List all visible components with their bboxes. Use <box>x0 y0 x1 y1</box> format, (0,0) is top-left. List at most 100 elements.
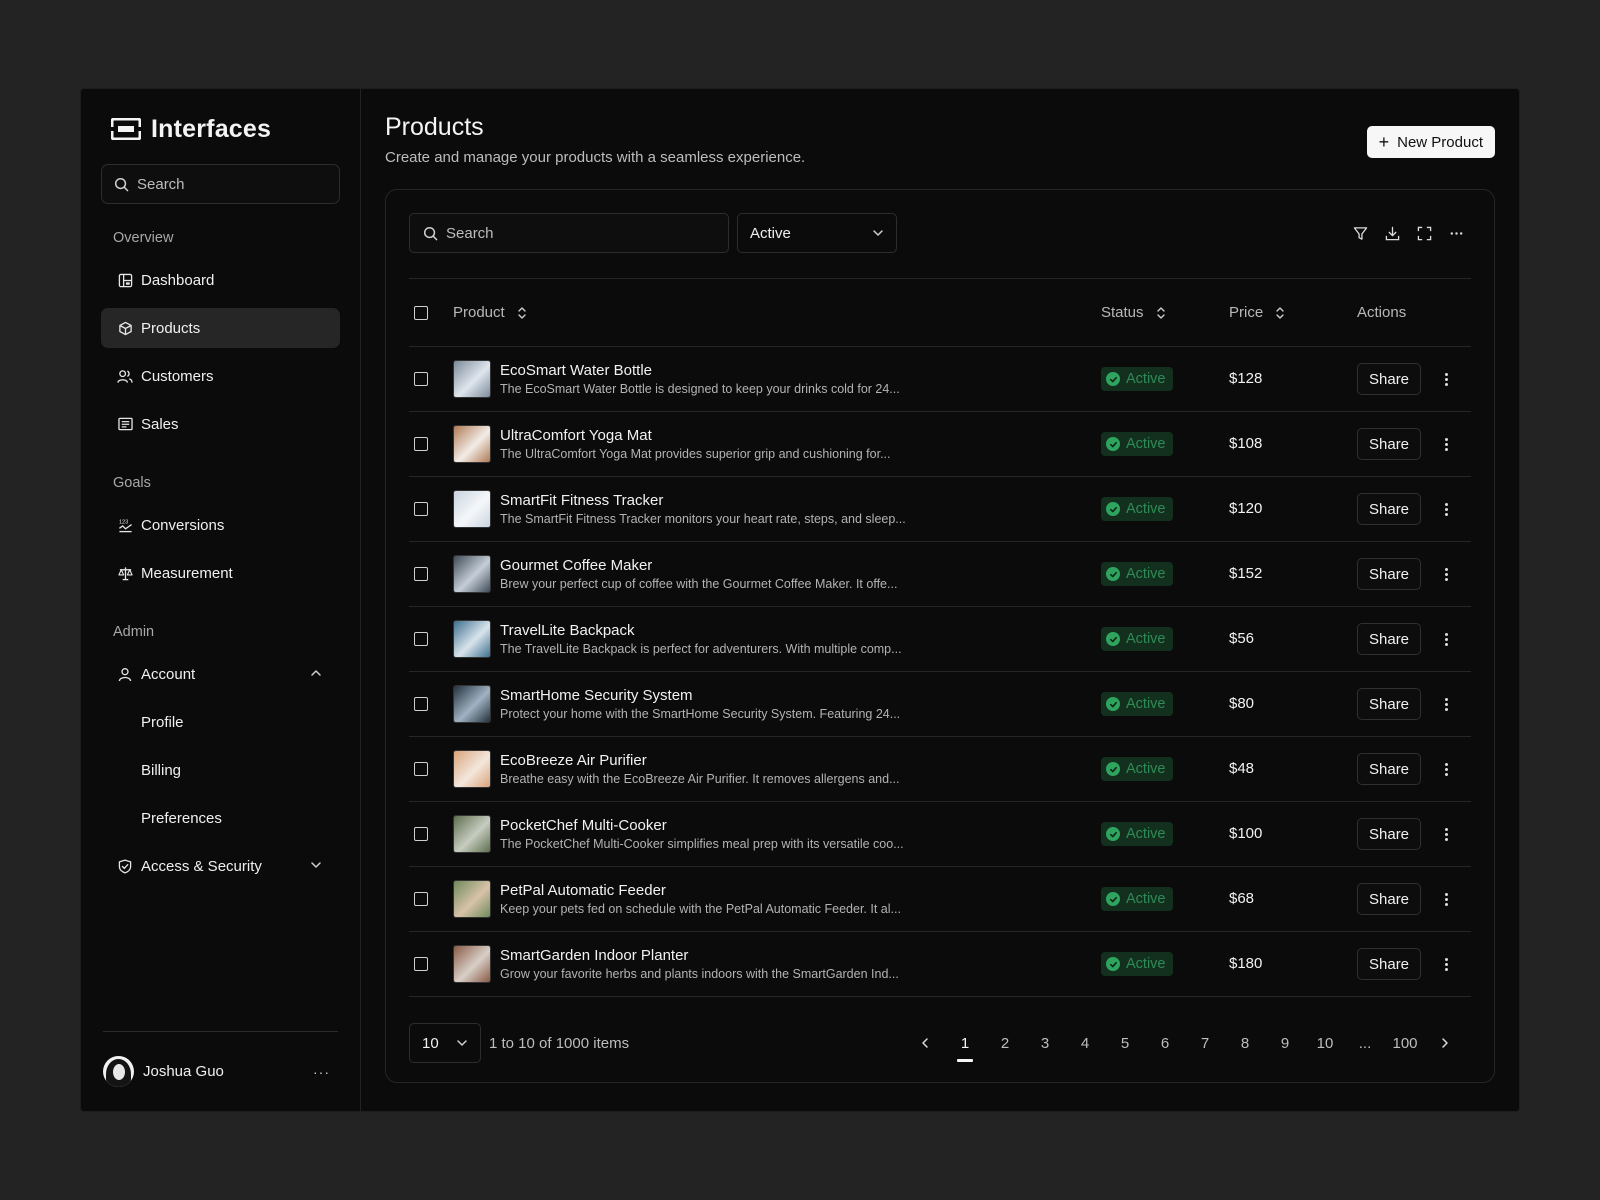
page-button[interactable]: 7 <box>1185 1023 1225 1063</box>
cube-icon <box>117 320 133 336</box>
row-more-icon[interactable] <box>1442 759 1451 780</box>
product-name: PetPal Automatic Feeder <box>500 882 666 899</box>
row-checkbox[interactable] <box>414 502 428 516</box>
page-button[interactable]: 4 <box>1065 1023 1105 1063</box>
sidebar-item-access-security[interactable]: Access & Security <box>101 846 340 886</box>
row-more-icon[interactable] <box>1442 694 1451 715</box>
page-button[interactable]: 1 <box>945 1023 985 1063</box>
row-more-icon[interactable] <box>1442 499 1451 520</box>
share-button[interactable]: Share <box>1357 688 1422 720</box>
page-ellipsis[interactable]: ... <box>1345 1023 1385 1063</box>
row-checkbox[interactable] <box>414 762 428 776</box>
sidebar-item-customers[interactable]: Customers <box>101 356 340 396</box>
next-page-icon[interactable] <box>1425 1023 1465 1063</box>
share-button[interactable]: Share <box>1357 883 1422 915</box>
table-row[interactable]: SmartFit Fitness Tracker The SmartFit Fi… <box>409 477 1471 542</box>
share-button[interactable]: Share <box>1357 623 1422 655</box>
prev-page-icon[interactable] <box>905 1023 945 1063</box>
per-page-select[interactable]: 10 <box>409 1023 481 1063</box>
page-button[interactable]: 8 <box>1225 1023 1265 1063</box>
sidebar-item-label: Customers <box>141 367 214 385</box>
table-row[interactable]: EcoBreeze Air Purifier Breathe easy with… <box>409 737 1471 802</box>
row-more-icon[interactable] <box>1442 564 1451 585</box>
sidebar-search[interactable] <box>101 164 340 204</box>
download-icon[interactable] <box>1383 224 1401 242</box>
row-checkbox[interactable] <box>414 827 428 841</box>
header-product[interactable]: Product <box>453 304 1101 321</box>
page-button[interactable]: 5 <box>1105 1023 1145 1063</box>
share-button[interactable]: Share <box>1357 363 1422 395</box>
row-more-icon[interactable] <box>1442 954 1451 975</box>
pagination-info: 1 to 10 of 1000 items <box>489 1034 630 1052</box>
row-checkbox[interactable] <box>414 697 428 711</box>
chevron-up-icon[interactable] <box>310 667 322 679</box>
table-row[interactable]: PocketChef Multi-Cooker The PocketChef M… <box>409 802 1471 867</box>
share-button[interactable]: Share <box>1357 948 1422 980</box>
product-cell: UltraComfort Yoga Mat The UltraComfort Y… <box>453 425 1101 463</box>
sidebar-item-conversions[interactable]: 123 Conversions <box>101 505 340 545</box>
product-cell: Gourmet Coffee Maker Brew your perfect c… <box>453 555 1101 593</box>
row-checkbox[interactable] <box>414 372 428 386</box>
check-circle-icon <box>1106 827 1120 841</box>
share-button[interactable]: Share <box>1357 818 1422 850</box>
header-price[interactable]: Price <box>1229 304 1357 321</box>
row-checkbox[interactable] <box>414 567 428 581</box>
product-description: Grow your favorite herbs and plants indo… <box>500 967 899 981</box>
row-more-icon[interactable] <box>1442 889 1451 910</box>
header-status[interactable]: Status <box>1101 304 1229 321</box>
sidebar-subitem-billing[interactable]: Billing <box>101 750 340 790</box>
table-row[interactable]: PetPal Automatic Feeder Keep your pets f… <box>409 867 1471 932</box>
table-row[interactable]: SmartGarden Indoor Planter Grow your fav… <box>409 932 1471 997</box>
sidebar-search-input[interactable] <box>137 175 317 193</box>
more-icon[interactable] <box>1447 224 1465 242</box>
table-search[interactable] <box>409 213 729 253</box>
sort-icon[interactable] <box>1156 306 1166 320</box>
row-checkbox[interactable] <box>414 892 428 906</box>
sidebar-item-sales[interactable]: Sales <box>101 404 340 444</box>
page-button[interactable]: 10 <box>1305 1023 1345 1063</box>
sort-icon[interactable] <box>1275 306 1285 320</box>
row-checkbox[interactable] <box>414 632 428 646</box>
sidebar-item-account[interactable]: Account <box>101 654 340 694</box>
row-more-icon[interactable] <box>1442 369 1451 390</box>
table-row[interactable]: Gourmet Coffee Maker Brew your perfect c… <box>409 542 1471 607</box>
page-button[interactable]: 3 <box>1025 1023 1065 1063</box>
share-button[interactable]: Share <box>1357 493 1422 525</box>
select-all-checkbox[interactable] <box>414 305 428 320</box>
page-button[interactable]: 9 <box>1265 1023 1305 1063</box>
status-filter-select[interactable]: Active <box>737 213 897 253</box>
table-row[interactable]: SmartHome Security System Protect your h… <box>409 672 1471 737</box>
status-label: Active <box>1126 696 1166 712</box>
page-button[interactable]: 100 <box>1385 1023 1425 1063</box>
row-more-icon[interactable] <box>1442 629 1451 650</box>
sort-icon[interactable] <box>517 306 527 320</box>
page-button[interactable]: 6 <box>1145 1023 1185 1063</box>
user-more-icon[interactable]: ··· <box>313 1064 338 1080</box>
share-button[interactable]: Share <box>1357 428 1422 460</box>
share-button[interactable]: Share <box>1357 558 1422 590</box>
new-product-button[interactable]: + New Product <box>1366 126 1495 158</box>
filter-icon[interactable] <box>1351 224 1369 242</box>
product-cell: EcoBreeze Air Purifier Breathe easy with… <box>453 750 1101 788</box>
row-more-icon[interactable] <box>1442 434 1451 455</box>
row-checkbox[interactable] <box>414 957 428 971</box>
row-checkbox[interactable] <box>414 437 428 451</box>
table-row[interactable]: UltraComfort Yoga Mat The UltraComfort Y… <box>409 412 1471 477</box>
check-circle-icon <box>1106 697 1120 711</box>
table-row[interactable]: TravelLite Backpack The TravelLite Backp… <box>409 607 1471 672</box>
sidebar-item-dashboard[interactable]: Dashboard <box>101 260 340 300</box>
header-actions-label: Actions <box>1357 304 1407 321</box>
sidebar-subitem-preferences[interactable]: Preferences <box>101 798 340 838</box>
fullscreen-icon[interactable] <box>1415 224 1433 242</box>
table-search-input[interactable] <box>446 224 696 242</box>
avatar[interactable] <box>103 1056 134 1087</box>
brand[interactable]: Interfaces <box>101 111 340 147</box>
row-more-icon[interactable] <box>1442 824 1451 845</box>
chevron-down-icon[interactable] <box>310 859 322 871</box>
sidebar-item-measurement[interactable]: Measurement <box>101 553 340 593</box>
page-button[interactable]: 2 <box>985 1023 1025 1063</box>
sidebar-subitem-profile[interactable]: Profile <box>101 702 340 742</box>
sidebar-item-products[interactable]: Products <box>101 308 340 348</box>
table-row[interactable]: EcoSmart Water Bottle The EcoSmart Water… <box>409 347 1471 412</box>
share-button[interactable]: Share <box>1357 753 1422 785</box>
